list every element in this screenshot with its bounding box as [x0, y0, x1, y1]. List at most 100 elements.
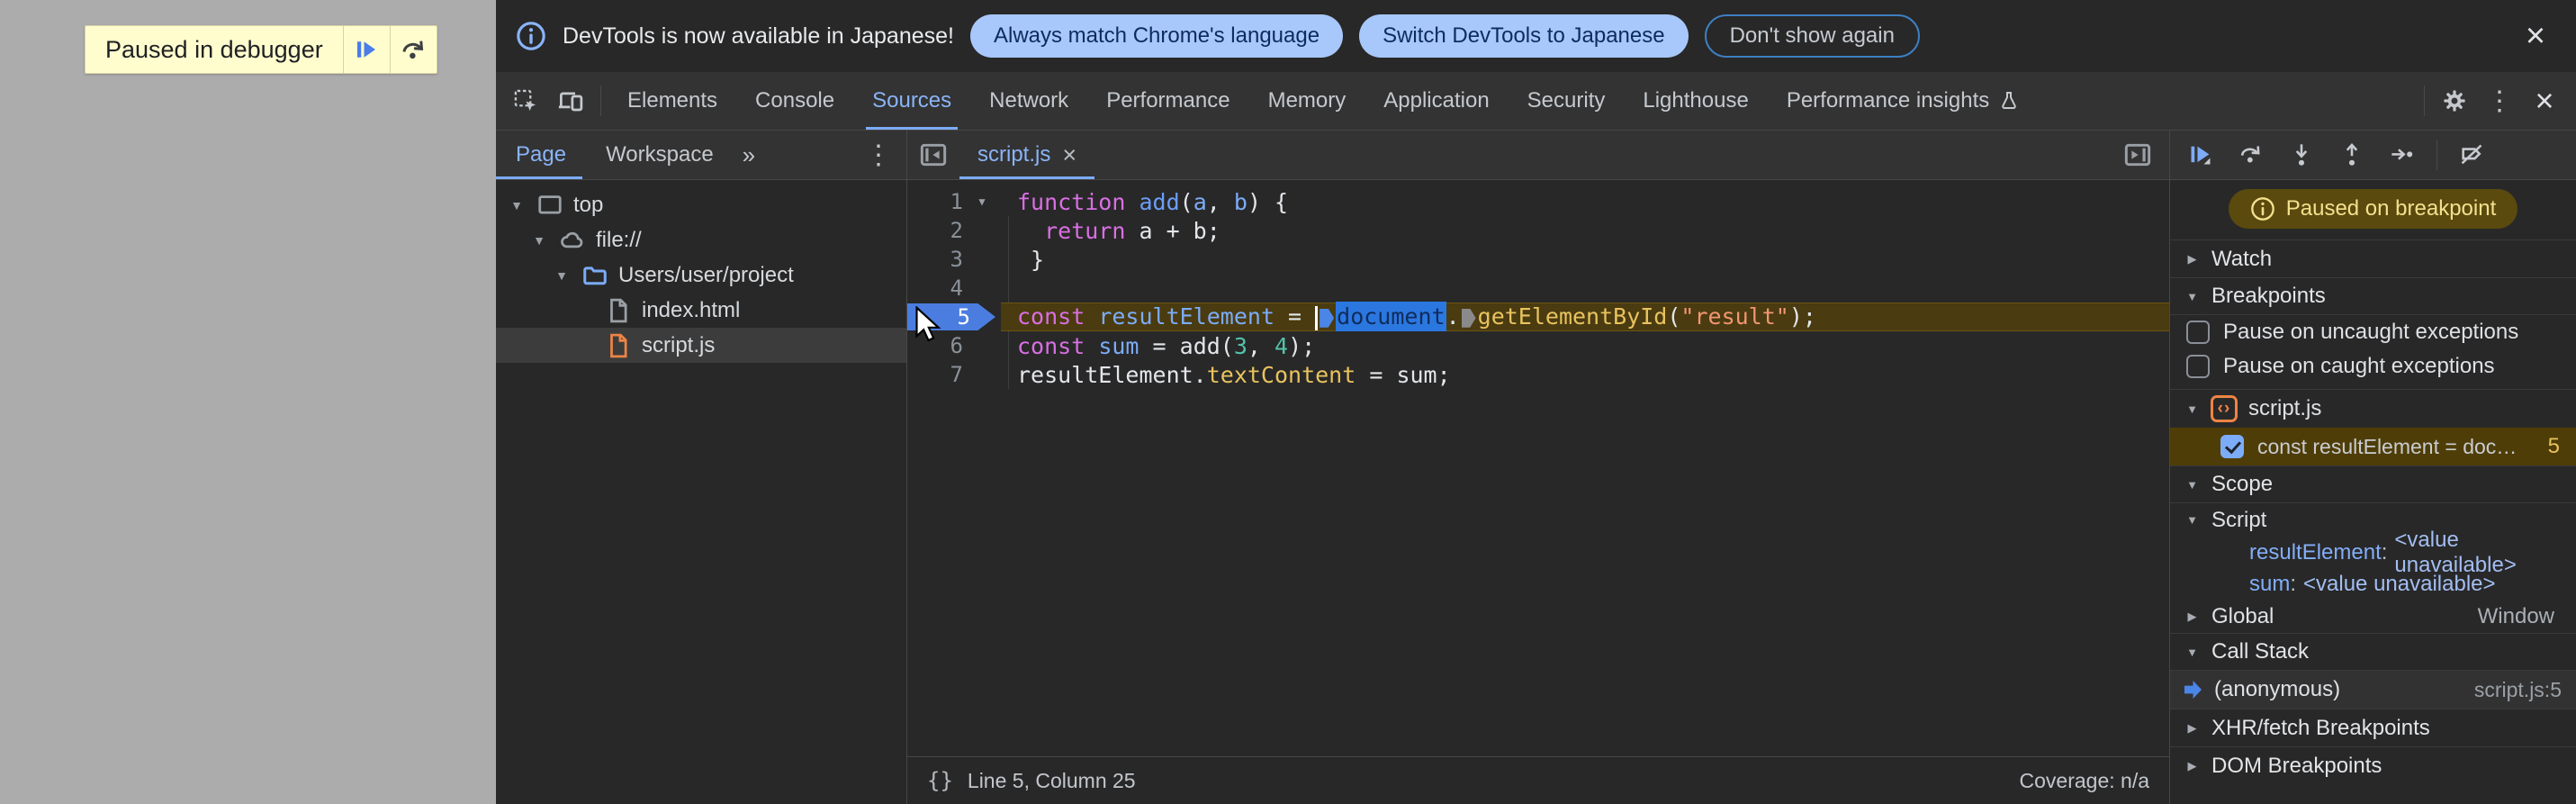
call-stack-header[interactable]: ▼ Call Stack	[2170, 634, 2576, 671]
resume-script-button[interactable]	[342, 26, 390, 73]
notification-message: DevTools is now available in Japanese!	[563, 23, 954, 49]
breakpoint-line-number: 5	[2547, 434, 2560, 458]
dom-breakpoints-header[interactable]: ▶ DOM Breakpoints	[2170, 747, 2576, 784]
resume-button[interactable]	[2177, 135, 2224, 175]
step-button[interactable]	[2379, 135, 2426, 175]
tab-performance[interactable]: Performance	[1087, 72, 1248, 130]
more-options-button[interactable]: ⋮	[2477, 79, 2522, 122]
navigator-menu-icon[interactable]: ⋮	[865, 140, 906, 171]
scope-global-row[interactable]: ▶ Global Window	[2170, 600, 2576, 633]
watch-header[interactable]: ▶ Watch	[2170, 240, 2576, 277]
tab-close-icon[interactable]: ×	[1062, 141, 1076, 169]
deactivate-breakpoints-button[interactable]	[2448, 135, 2495, 175]
pause-caught-exceptions-row[interactable]: Pause on caught exceptions	[2170, 349, 2576, 384]
collapse-arrow-icon: ▶	[2187, 720, 2197, 735]
breakpoint-file-group[interactable]: ▼ ‹› script.js	[2170, 390, 2576, 428]
collapse-arrow-icon: ▼	[2186, 289, 2198, 303]
toolbar-divider	[2424, 86, 2425, 116]
tab-memory[interactable]: Memory	[1249, 72, 1365, 130]
tree-item-project-folder[interactable]: ▼ Users/user/project	[496, 257, 906, 293]
xhr-breakpoints-section: ▶ XHR/fetch Breakpoints	[2170, 709, 2576, 746]
navigator-tab-page[interactable]: Page	[496, 131, 586, 179]
continue-to-here-marker[interactable]	[1320, 308, 1335, 328]
debugger-controls	[2170, 131, 2576, 180]
pause-uncaught-exceptions-row[interactable]: Pause on uncaught exceptions	[2170, 315, 2576, 349]
cursor-position: Line 5, Column 25	[967, 768, 1136, 792]
collapse-arrow-icon: ▼	[2186, 645, 2198, 659]
scope-header[interactable]: ▼ Scope	[2170, 466, 2576, 503]
current-frame-arrow-icon	[2184, 681, 2202, 699]
code-line-6: 6 const sum = add(3, 4);	[950, 332, 1316, 359]
file-icon	[610, 298, 627, 322]
code-editor[interactable]: 1 ▼ function add(a, b) { 2 return a + b;…	[907, 180, 2169, 756]
code-line-3: 3 }	[950, 246, 1045, 273]
notification-close-icon[interactable]: ×	[2515, 15, 2556, 57]
settings-button[interactable]	[2432, 79, 2477, 122]
code-line-4: 4	[950, 276, 963, 301]
continue-to-here-marker[interactable]	[1461, 308, 1476, 328]
hide-navigator-button[interactable]	[907, 131, 959, 179]
scope-variable-resultelement[interactable]: resultElement: <value unavailable>	[2170, 528, 2576, 577]
tab-performance-insights[interactable]: Performance insights	[1768, 72, 2039, 130]
fold-arrow-icon[interactable]: ▼	[963, 195, 1001, 208]
coverage-status: Coverage: n/a	[2019, 768, 2149, 792]
tree-item-top[interactable]: ▼ top	[496, 187, 906, 222]
paused-banner-area: Paused on breakpoint	[2170, 180, 2576, 239]
step-into-icon	[2295, 144, 2308, 166]
flask-icon	[2002, 92, 2017, 110]
always-match-language-button[interactable]: Always match Chrome's language	[969, 14, 1344, 58]
panel-left-toggle-icon	[920, 143, 947, 167]
folder-icon	[583, 266, 607, 285]
frame-location: script.js:5	[2473, 677, 2562, 701]
close-devtools-button[interactable]: ×	[2522, 79, 2567, 122]
text-caret	[1315, 305, 1319, 330]
xhr-breakpoints-header[interactable]: ▶ XHR/fetch Breakpoints	[2170, 709, 2576, 746]
script-file-icon	[610, 333, 627, 357]
tab-network[interactable]: Network	[970, 72, 1087, 130]
navigator-pane: Page Workspace » ⋮ ▼ top ▼ file:// ▼ Use…	[496, 131, 907, 804]
tree-item-file-protocol[interactable]: ▼ file://	[496, 222, 906, 257]
collapse-arrow-icon: ▶	[2187, 251, 2197, 266]
more-navigator-tabs-button[interactable]: »	[734, 131, 766, 179]
breakpoint-entry[interactable]: const resultElement = doc… 5	[2170, 428, 2576, 465]
file-tree: ▼ top ▼ file:// ▼ Users/user/project ind…	[496, 180, 906, 804]
tree-item-script-js[interactable]: script.js	[496, 328, 906, 363]
call-stack-frame[interactable]: (anonymous) script.js:5	[2170, 671, 2576, 709]
paused-on-breakpoint-banner: Paused on breakpoint	[2228, 189, 2518, 229]
collapse-arrow-icon: ▼	[2186, 513, 2198, 527]
panel-right-toggle-icon	[2124, 143, 2151, 167]
tab-sources[interactable]: Sources	[853, 72, 970, 130]
breakpoints-section: ▼ Breakpoints Pause on uncaught exceptio…	[2170, 277, 2576, 465]
tab-console[interactable]: Console	[736, 72, 853, 130]
tab-elements[interactable]: Elements	[608, 72, 736, 130]
step-out-button[interactable]	[2328, 135, 2375, 175]
navigator-tab-workspace[interactable]: Workspace	[586, 131, 734, 179]
device-toolbar-button[interactable]	[548, 79, 593, 122]
code-line-7: 7 resultElement.textContent = sum;	[950, 361, 1451, 388]
inspect-element-button[interactable]	[503, 79, 548, 122]
step-over-next-call-button[interactable]	[389, 26, 437, 73]
collapse-arrow-icon: ▶	[2187, 758, 2197, 772]
dont-show-again-button[interactable]: Don't show again	[1704, 14, 1920, 58]
debugger-sidebar: Paused on breakpoint ▶ Watch ▼ Breakpoin…	[2169, 131, 2576, 804]
watch-section: ▶ Watch	[2170, 239, 2576, 277]
breakpoints-header[interactable]: ▼ Breakpoints	[2170, 278, 2576, 315]
tab-security[interactable]: Security	[1509, 72, 1625, 130]
expand-arrow-icon[interactable]: ▼	[529, 233, 549, 248]
editor-tab-script-js[interactable]: script.js ×	[959, 131, 1095, 179]
tab-application[interactable]: Application	[1365, 72, 1508, 130]
checkbox-checked[interactable]	[2220, 435, 2244, 458]
toggle-debugger-sidebar-button[interactable]	[2112, 131, 2164, 179]
paused-in-debugger-badge: Paused in debugger	[85, 25, 437, 74]
page-background: Paused in debugger	[0, 0, 496, 804]
checkbox-unchecked[interactable]	[2186, 321, 2210, 344]
step-into-button[interactable]	[2278, 135, 2325, 175]
step-over-button[interactable]	[2228, 135, 2274, 175]
expand-arrow-icon[interactable]: ▼	[507, 198, 527, 212]
switch-devtools-japanese-button[interactable]: Switch DevTools to Japanese	[1359, 14, 1689, 58]
tree-item-index-html[interactable]: index.html	[496, 293, 906, 328]
tab-lighthouse[interactable]: Lighthouse	[1624, 72, 1767, 130]
pretty-print-icon[interactable]: {}	[927, 768, 953, 793]
checkbox-unchecked[interactable]	[2186, 355, 2210, 378]
expand-arrow-icon[interactable]: ▼	[552, 268, 572, 283]
